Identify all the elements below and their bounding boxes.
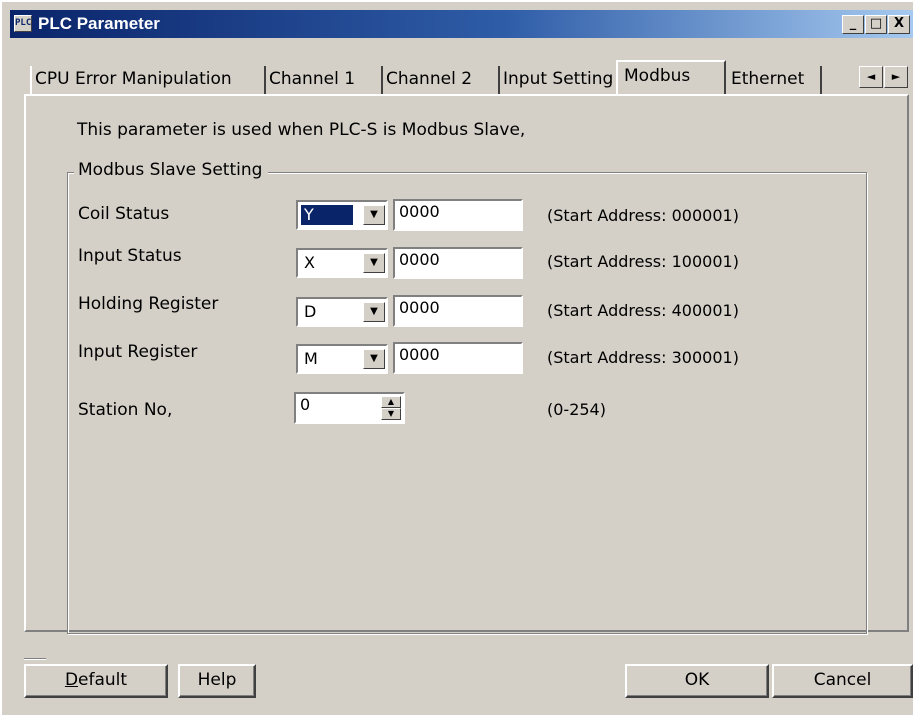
input-register-address-input[interactable]: 0000: [393, 342, 523, 374]
tab-ethernet[interactable]: Ethernet: [728, 66, 822, 94]
tab-input-setting[interactable]: Input Setting: [500, 66, 626, 94]
input-status-label: Input Status: [78, 246, 182, 266]
modbus-slave-group: [67, 172, 867, 634]
plc-parameter-window: PLC PLC Parameter _ □ X CPU Error Manipu…: [0, 0, 913, 715]
holding-register-device-select[interactable]: D ▼: [296, 297, 388, 327]
holding-register-label: Holding Register: [78, 294, 219, 314]
chevron-down-icon[interactable]: ▼: [363, 349, 385, 369]
group-title: Modbus Slave Setting: [74, 160, 269, 180]
chevron-down-icon[interactable]: ▼: [363, 302, 385, 322]
tab-strip: CPU Error Manipulation Channel 1 Channel…: [20, 60, 850, 94]
tab-scroll-left-icon[interactable]: ◄: [859, 66, 883, 88]
station-no-spinbox[interactable]: 0 ▲ ▼: [294, 392, 405, 424]
modbus-description: This parameter is used when PLC-S is Mod…: [77, 120, 526, 140]
input-register-device-select[interactable]: M ▼: [296, 344, 388, 374]
tab-modbus[interactable]: Modbus: [616, 60, 726, 94]
input-status-device-select[interactable]: X ▼: [296, 248, 388, 278]
input-status-hint: (Start Address: 100001): [547, 252, 739, 271]
spin-down-icon[interactable]: ▼: [381, 408, 401, 420]
spin-buttons: ▲ ▼: [381, 396, 401, 420]
tab-channel-2[interactable]: Channel 2: [383, 66, 500, 94]
maximize-button[interactable]: □: [865, 15, 887, 34]
input-register-device-value: M: [304, 349, 318, 368]
title-bar[interactable]: PLC PLC Parameter _ □ X: [10, 10, 913, 38]
chevron-down-icon[interactable]: ▼: [363, 253, 385, 273]
help-button[interactable]: Help: [178, 664, 256, 698]
chevron-down-icon[interactable]: ▼: [363, 205, 385, 225]
spin-up-icon[interactable]: ▲: [381, 396, 401, 408]
separator: [24, 658, 46, 660]
holding-register-hint: (Start Address: 400001): [547, 301, 739, 320]
default-button-label: efault: [78, 670, 128, 690]
station-no-label: Station No,: [78, 400, 173, 420]
station-no-hint: (0-254): [547, 400, 606, 419]
default-button[interactable]: Default: [24, 664, 168, 698]
holding-register-device-value: D: [304, 302, 317, 321]
coil-status-device-select[interactable]: Y ▼: [296, 200, 388, 230]
minimize-button[interactable]: _: [842, 15, 864, 34]
tab-scroll-arrows: ◄ ►: [859, 66, 911, 88]
station-no-value[interactable]: 0: [300, 395, 310, 414]
input-register-hint: (Start Address: 300001): [547, 348, 739, 367]
coil-status-label: Coil Status: [78, 204, 170, 224]
input-status-address-input[interactable]: 0000: [393, 247, 523, 279]
ok-button[interactable]: OK: [625, 664, 769, 698]
coil-status-address-input[interactable]: 0000: [393, 199, 523, 231]
input-register-label: Input Register: [78, 342, 198, 362]
input-status-device-value: X: [304, 253, 315, 272]
plc-app-icon[interactable]: PLC: [14, 15, 32, 32]
cancel-button[interactable]: Cancel: [772, 664, 913, 698]
window-title: PLC Parameter: [38, 14, 160, 33]
coil-status-hint: (Start Address: 000001): [547, 206, 739, 225]
tab-cpu-error-manipulation[interactable]: CPU Error Manipulation: [30, 66, 266, 94]
default-button-accel: D: [64, 670, 79, 690]
holding-register-address-input[interactable]: 0000: [393, 295, 523, 327]
tab-scroll-right-icon[interactable]: ►: [884, 66, 908, 88]
close-button[interactable]: X: [888, 15, 910, 34]
coil-status-device-value: Y: [301, 205, 353, 225]
tab-channel-1[interactable]: Channel 1: [266, 66, 383, 94]
